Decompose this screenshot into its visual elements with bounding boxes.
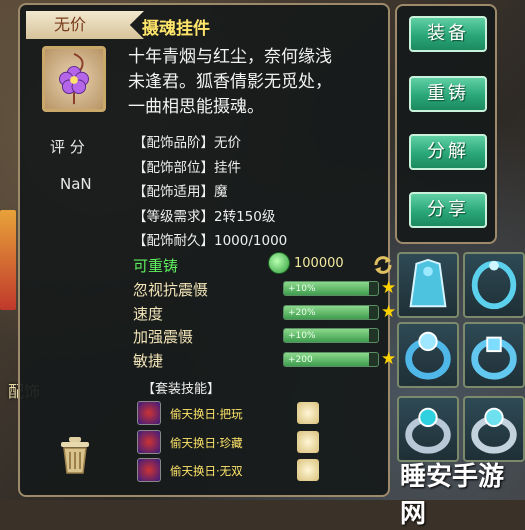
attribute-row: 【配饰耐久】1000/1000 [133,233,288,249]
ring-icon [405,407,451,454]
skill-badge-icon [297,402,319,424]
ring-icon [471,407,517,454]
skill-badge-icon [297,459,319,481]
stat-value: +10% [288,331,316,341]
skill-badge-icon [297,430,319,453]
set-skill-name: 偷天换日·把玩 [170,407,243,421]
set-skill-list: 偷天换日·把玩 偷天换日·珍藏 偷天换日·无双 [137,400,397,486]
stat-value: +10% [288,284,316,294]
attribute-list: 【配饰品阶】无价 【配饰部位】挂件 【配饰适用】魔 【等级需求】2转150级 【… [133,131,383,254]
skill-icon [137,429,161,454]
watermark-text: 睡安手游网 [400,462,505,529]
stat-name: 速度 [133,304,164,323]
recast-cost: 100000 [268,252,344,274]
trash-icon[interactable] [57,435,93,475]
share-button[interactable]: 分享 [409,192,487,228]
inventory-slot-4[interactable] [463,322,525,388]
recast-cost-value: 100000 [294,255,344,271]
action-button-panel: 装备 重铸 分解 分享 [395,4,497,244]
item-description: 十年青烟与红尘，奈何缘浅 未逢君。狐香倩影无觅处， 一曲相思能摄魂。 [128,45,386,120]
ring-icon [405,331,451,380]
stat-row: 敏捷 +200 ★ [133,348,403,372]
star-icon: ★ [381,348,397,369]
description-line: 十年青烟与红尘，奈何缘浅 [128,47,332,67]
attribute-row: 【配饰适用】魔 [133,184,228,200]
set-skill-row[interactable]: 偷天换日·无双 [137,457,397,486]
stat-name: 敏捷 [133,351,164,370]
refresh-icon[interactable] [372,254,394,276]
set-skill-name: 偷天换日·无双 [170,464,243,478]
stat-row: 加强震慑 +10% ★ [133,324,403,348]
score-label: 评 分 [50,138,85,156]
inventory-slot-5[interactable] [397,396,459,462]
flower-pendant-icon [59,52,89,105]
stat-row: 忽视抗震慑 +10% ★ [133,277,403,301]
ring-icon [471,336,517,380]
star-icon: ★ [381,278,397,298]
rank-ribbon: 无价 [26,11,144,39]
skill-icon [137,401,161,425]
attribute-row: 【等级需求】2转150级 [133,208,276,225]
character-portrait-edge [0,210,16,310]
skill-icon [137,458,161,482]
description-line: 未逢君。狐香倩影无觅处， [128,72,332,92]
coin-icon [268,252,290,274]
stat-row: 速度 +20% ★ [133,301,403,325]
inventory-slot-3[interactable] [397,322,459,388]
stat-value: +20% [288,307,316,318]
item-title: 摄魂挂件 [142,19,210,39]
stat-name: 忽视抗震慑 [133,281,209,299]
item-icon [42,46,106,112]
set-skill-name: 偷天换日·珍藏 [170,435,243,450]
description-line: 一曲相思能摄魂。 [128,97,264,117]
robe-icon [409,258,447,308]
recast-button[interactable]: 重铸 [409,76,487,112]
stat-list: 忽视抗震慑 +10% ★ 速度 +20% ★ 加强震慑 +10% ★ 敏捷 [133,277,403,371]
stat-bar: +10% [283,281,379,296]
inventory-slot-2[interactable] [463,252,525,318]
recast-label: 可重铸 [133,257,179,275]
equip-button[interactable]: 装备 [409,16,487,52]
stat-bar: +20% [283,304,379,320]
set-skill-row[interactable]: 偷天换日·珍藏 [137,429,397,458]
inventory-slot-6[interactable] [463,396,525,462]
set-skill-row[interactable]: 偷天换日·把玩 [137,400,397,429]
score-value: NaN [60,175,92,193]
stat-name: 加强震慑 [133,328,194,346]
star-icon: ★ [381,301,397,322]
stat-bar: +10% [283,328,379,343]
inventory-slot-1[interactable] [397,252,459,318]
item-tooltip-panel: 无价 摄魂挂件 十年青烟与红尘，奈何缘浅 未逢君。狐香倩影无觅处， 一曲相思能摄… [18,3,396,497]
attribute-row: 【配饰部位】挂件 [133,159,241,176]
attribute-row: 【配饰品阶】无价 [133,135,241,151]
stat-bar: +200 [283,351,379,367]
decompose-button[interactable]: 分解 [409,134,487,170]
bracelet-icon [471,260,517,310]
stat-value: +200 [288,354,313,365]
set-skill-title: 【套装技能】 [142,382,221,397]
